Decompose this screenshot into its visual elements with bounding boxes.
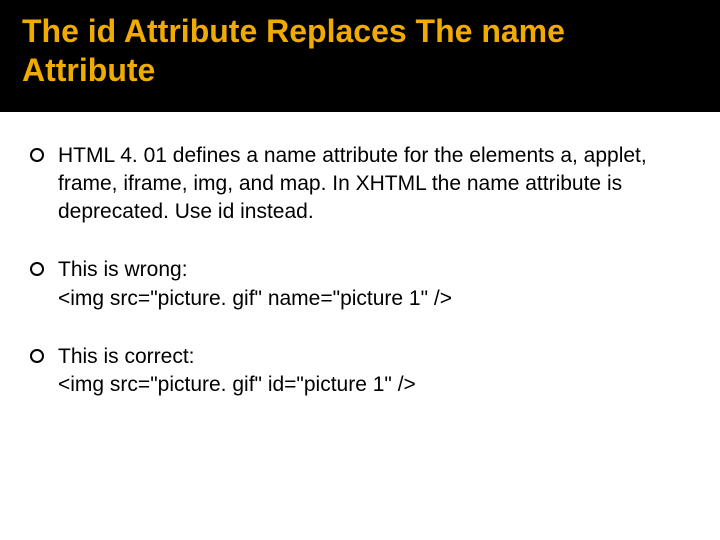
- bullet-item: HTML 4. 01 defines a name attribute for …: [30, 142, 690, 226]
- bullet-item: This is wrong: <img src="picture. gif" n…: [30, 256, 690, 312]
- bullet-marker-icon: [30, 349, 44, 363]
- bullet-marker-icon: [30, 262, 44, 276]
- bullet-code: <img src="picture. gif" name="picture 1"…: [58, 287, 452, 310]
- slide-header: The id Attribute Replaces The name Attri…: [0, 0, 720, 112]
- slide-title: The id Attribute Replaces The name Attri…: [22, 12, 698, 90]
- bullet-code: <img src="picture. gif" id="picture 1" /…: [58, 373, 416, 396]
- bullet-text: HTML 4. 01 defines a name attribute for …: [58, 142, 690, 226]
- bullet-label: This is correct:: [58, 345, 195, 368]
- bullet-text: This is correct: <img src="picture. gif"…: [58, 343, 690, 399]
- bullet-marker-icon: [30, 148, 44, 162]
- bullet-label: This is wrong:: [58, 258, 188, 281]
- bullet-text: This is wrong: <img src="picture. gif" n…: [58, 256, 690, 312]
- slide-body: HTML 4. 01 defines a name attribute for …: [0, 112, 720, 399]
- bullet-item: This is correct: <img src="picture. gif"…: [30, 343, 690, 399]
